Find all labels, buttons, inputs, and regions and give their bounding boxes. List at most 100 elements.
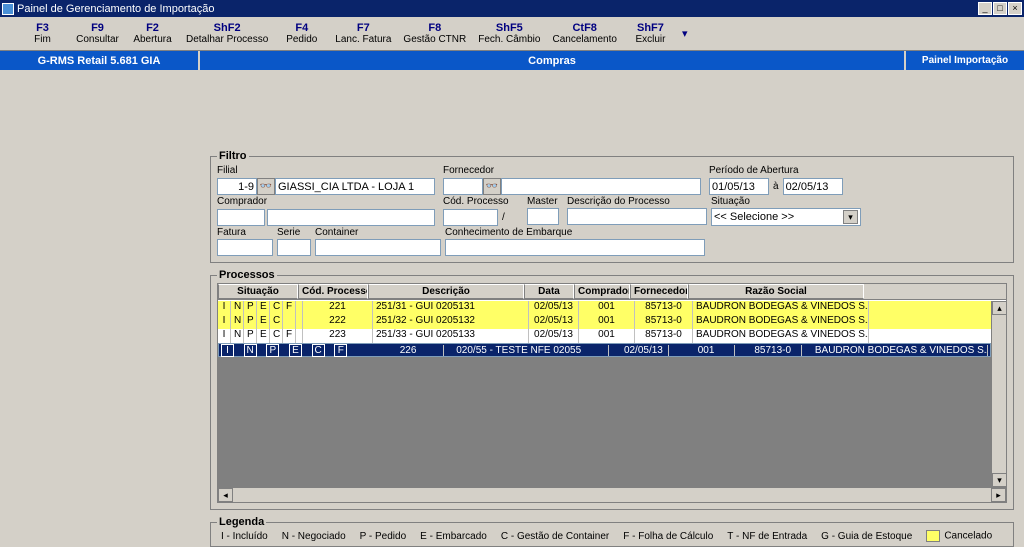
cell-cod: 223 xyxy=(303,329,373,343)
toolbar-detalharprocesso[interactable]: ShF2Detalhar Processo xyxy=(180,17,274,50)
legenda-group: Legenda I - Incluído N - Negociado P - P… xyxy=(210,516,1014,547)
legenda-legend: Legenda xyxy=(217,516,266,528)
col-fornecedor[interactable]: Fornecedor xyxy=(630,284,688,299)
cell-fornecedor: 85713-0 xyxy=(744,345,802,356)
processos-grid[interactable]: Situação Cód. Processo Descrição Data Co… xyxy=(217,283,1007,503)
situacao-value: << Selecione >> xyxy=(714,211,794,223)
filial-code-input[interactable] xyxy=(217,178,257,195)
periodo-from-input[interactable] xyxy=(709,178,769,195)
legenda-cancelado: Cancelado xyxy=(926,530,992,542)
sit-cell: P xyxy=(244,329,257,343)
sit-cell: I xyxy=(221,344,234,357)
col-desc[interactable]: Descrição xyxy=(368,284,524,299)
legenda-i: I - Incluído xyxy=(221,531,268,542)
scroll-down-button[interactable]: ▾ xyxy=(992,473,1007,487)
toolbar-key: F7 xyxy=(357,22,370,34)
cell-desc: 251/33 - GUI 0205133 xyxy=(373,329,529,343)
toolbar-key: F4 xyxy=(295,22,308,34)
situacao-select[interactable]: << Selecione >> ▾ xyxy=(711,208,861,226)
toolbar-label: Cancelamento xyxy=(552,34,616,45)
table-row[interactable]: INPEC222251/32 - GUI 020513202/05/130018… xyxy=(218,315,991,329)
codprocesso-input[interactable] xyxy=(443,209,498,226)
scroll-right-button[interactable]: ▸ xyxy=(991,488,1006,502)
toolbar-label: Consultar xyxy=(76,34,119,45)
sit-cell: N xyxy=(231,329,244,343)
toolbar-lancfatura[interactable]: F7Lanc. Fatura xyxy=(329,17,397,50)
col-comprador[interactable]: Comprador xyxy=(574,284,630,299)
toolbar-excluir[interactable]: ShF7Excluir xyxy=(623,17,678,50)
sit-cell: N xyxy=(244,344,257,357)
toolbar-fim[interactable]: F3Fim xyxy=(15,17,70,50)
col-data[interactable]: Data xyxy=(524,284,574,299)
master-label: Master xyxy=(527,196,563,207)
codprocesso-sep: / xyxy=(498,212,509,223)
cell-razao: BAUDRON BODEGAS & VINEDOS S.A xyxy=(693,329,869,343)
table-row[interactable]: INPECF223251/33 - GUI 020513302/05/13001… xyxy=(218,329,991,343)
sit-cell: C xyxy=(270,301,283,315)
filial-name-input[interactable] xyxy=(275,178,435,195)
master-input[interactable] xyxy=(527,208,559,225)
sit-cell: C xyxy=(270,315,283,329)
minimize-button[interactable]: _ xyxy=(978,2,992,15)
col-razao[interactable]: Razão Social xyxy=(688,284,864,299)
toolbar-key: ShF7 xyxy=(637,22,664,34)
sit-cell: E xyxy=(257,329,270,343)
fornecedor-lookup-button[interactable]: 👓 xyxy=(483,178,501,195)
horizontal-scrollbar[interactable]: ◂ ▸ xyxy=(218,487,1006,502)
cancelado-swatch-icon xyxy=(926,530,940,542)
table-row[interactable]: INPECF221251/31 - GUI 020513102/05/13001… xyxy=(218,301,991,315)
serie-input[interactable] xyxy=(277,239,311,256)
legenda-p: P - Pedido xyxy=(360,531,407,542)
sit-cell: E xyxy=(257,301,270,315)
cell-data: 02/05/13 xyxy=(529,329,579,343)
fornecedor-code-input[interactable] xyxy=(443,178,483,195)
scroll-left-button[interactable]: ◂ xyxy=(218,488,233,502)
cell-data: 02/05/13 xyxy=(529,315,579,329)
toolbar-fechcmbio[interactable]: ShF5Fech. Câmbio xyxy=(472,17,546,50)
cell-fornecedor: 85713-0 xyxy=(635,301,693,315)
legenda-t: T - NF de Entrada xyxy=(727,531,807,542)
periodo-to-input[interactable] xyxy=(783,178,843,195)
app-icon xyxy=(2,3,14,15)
scroll-up-button[interactable]: ▴ xyxy=(992,301,1007,315)
comprador-label: Comprador xyxy=(217,196,439,207)
fatura-label: Fatura xyxy=(217,227,273,238)
toolbar-gestoctnr[interactable]: F8Gestão CTNR xyxy=(397,17,472,50)
fatura-input[interactable] xyxy=(217,239,273,256)
toolbar-key: F2 xyxy=(146,22,159,34)
conhecimento-input[interactable] xyxy=(445,239,705,256)
close-button[interactable]: × xyxy=(1008,2,1022,15)
toolbar-cancelamento[interactable]: CtF8Cancelamento xyxy=(546,17,622,50)
module-name: Compras xyxy=(200,51,906,70)
comprador-code-input[interactable] xyxy=(217,209,265,226)
window-title: Painel de Gerenciamento de Importação xyxy=(17,3,215,15)
sit-cell: P xyxy=(266,344,279,357)
filter-group: Filtro Filial 👓 Fornecedor 👓 Perí xyxy=(210,150,1014,263)
table-row[interactable]: INPECF226020/55 - TESTE NFE 0205502/05/1… xyxy=(218,343,991,357)
col-situacao[interactable]: Situação xyxy=(218,284,298,299)
vertical-scrollbar[interactable]: ▴ ▾ xyxy=(991,301,1006,487)
comprador-name-input[interactable] xyxy=(267,209,435,226)
cell-desc: 251/31 - GUI 0205131 xyxy=(373,301,529,315)
maximize-button[interactable]: □ xyxy=(993,2,1007,15)
sit-cell xyxy=(283,315,296,329)
cell-razao: BAUDRON BODEGAS & VINEDOS S.A xyxy=(693,315,869,329)
cell-cod: 222 xyxy=(303,315,373,329)
toolbar-more-icon[interactable]: ▾ xyxy=(678,17,692,50)
cell-comprador: 001 xyxy=(579,329,635,343)
sit-cell: P xyxy=(244,315,257,329)
cell-cod: 226 xyxy=(374,345,444,356)
toolbar-key: ShF5 xyxy=(496,22,523,34)
chevron-down-icon: ▾ xyxy=(843,210,858,224)
toolbar-consultar[interactable]: F9Consultar xyxy=(70,17,125,50)
sit-cell: C xyxy=(270,329,283,343)
toolbar-abertura[interactable]: F2Abertura xyxy=(125,17,180,50)
descprocesso-input[interactable] xyxy=(567,208,707,225)
container-label: Container xyxy=(315,227,441,238)
filial-lookup-button[interactable]: 👓 xyxy=(257,178,275,195)
container-input[interactable] xyxy=(315,239,441,256)
toolbar-pedido[interactable]: F4Pedido xyxy=(274,17,329,50)
col-cod[interactable]: Cód. Processo xyxy=(298,284,368,299)
toolbar-label: Excluir xyxy=(635,34,665,45)
fornecedor-name-input[interactable] xyxy=(501,178,701,195)
